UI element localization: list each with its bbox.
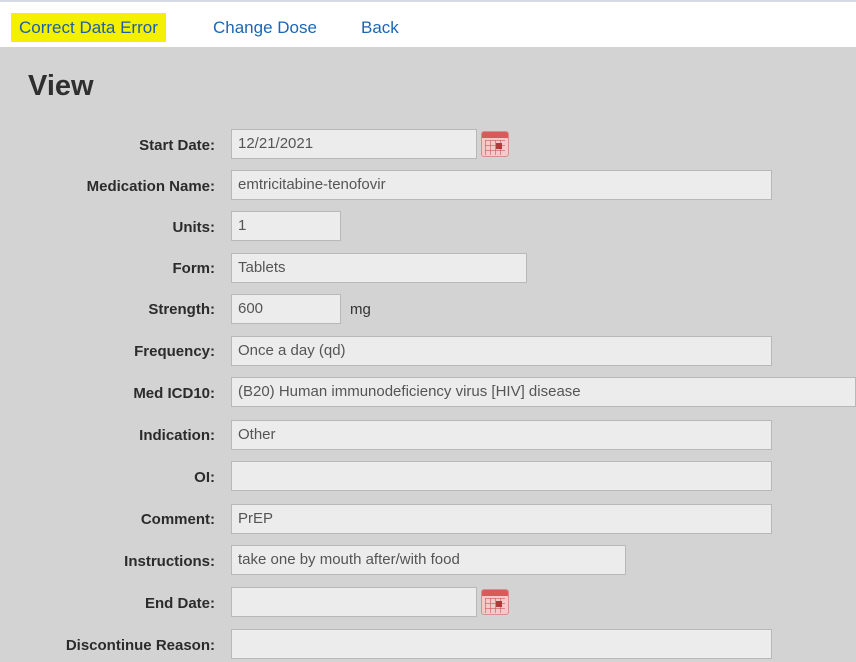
med-icd10-field[interactable]: (B20) Human immunodeficiency virus [HIV]… (231, 377, 856, 407)
discontinue-reason-label: Discontinue Reason: (65, 637, 215, 654)
strength-unit: mg (350, 301, 371, 318)
correct-data-error-link[interactable]: Correct Data Error (11, 13, 166, 42)
start-date-field[interactable]: 12/21/2021 (231, 129, 477, 159)
strength-field[interactable]: 600 (231, 294, 341, 324)
back-link[interactable]: Back (361, 13, 399, 42)
indication-label: Indication: (139, 427, 215, 444)
units-label: Units: (172, 219, 216, 236)
oi-field[interactable] (231, 461, 772, 491)
medication-name-field[interactable]: emtricitabine-tenofovir (231, 170, 772, 200)
view-panel: View Start Date: 12/21/2021 Medication N… (0, 47, 856, 662)
calendar-icon[interactable] (481, 589, 509, 615)
med-icd10-label: Med ICD10: (133, 385, 215, 402)
end-date-field[interactable] (231, 587, 477, 617)
oi-label: OI: (194, 469, 215, 486)
discontinue-reason-field[interactable] (231, 629, 772, 659)
form-field[interactable]: Tablets (231, 253, 527, 283)
form-label: Form: (172, 260, 216, 277)
frequency-label: Frequency: (134, 343, 215, 360)
strength-label: Strength: (148, 301, 215, 318)
frequency-field[interactable]: Once a day (qd) (231, 336, 772, 366)
instructions-label: Instructions: (124, 553, 215, 570)
calendar-icon[interactable] (481, 131, 509, 157)
units-field[interactable]: 1 (231, 211, 341, 241)
change-dose-link[interactable]: Change Dose (213, 13, 317, 42)
start-date-label: Start Date: (139, 137, 215, 154)
action-toolbar: Correct Data Error Change Dose Back (0, 2, 856, 46)
end-date-label: End Date: (144, 595, 215, 612)
comment-field[interactable]: PrEP (231, 504, 772, 534)
indication-field[interactable]: Other (231, 420, 772, 450)
medication-name-label: Medication Name: (86, 178, 215, 195)
comment-label: Comment: (140, 511, 215, 528)
instructions-field[interactable]: take one by mouth after/with food (231, 545, 626, 575)
page-title: View (28, 70, 94, 102)
